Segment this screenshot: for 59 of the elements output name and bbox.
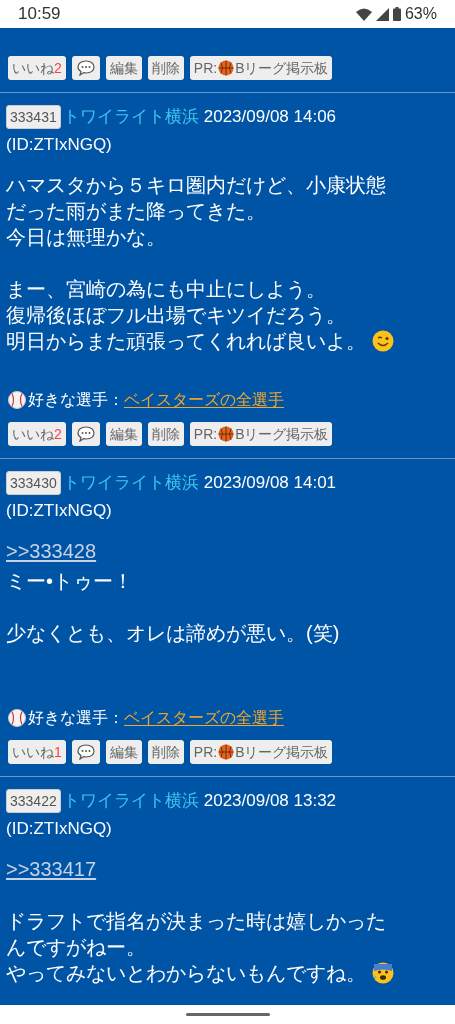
post-number: 333430 — [6, 471, 61, 495]
edit-button[interactable]: 編集 — [105, 422, 142, 446]
delete-button[interactable]: 削除 — [147, 56, 184, 80]
post-date: 2023/09/08 14:01 — [203, 472, 337, 494]
edit-button[interactable]: 編集 — [105, 740, 142, 764]
favorite-link[interactable]: ベイスターズの全選手 — [124, 388, 354, 412]
comment-button[interactable] — [71, 422, 100, 446]
signal-icon — [375, 7, 389, 21]
post-text: ミー•トゥー！ — [6, 569, 133, 594]
clock-time: 10:59 — [18, 3, 61, 26]
basketball-icon — [218, 744, 235, 760]
post-date: 2023/09/08 13:32 — [203, 790, 337, 812]
comment-button[interactable] — [71, 740, 100, 764]
post-text: まー、宮崎の為にも中止にしよう。 — [6, 277, 326, 302]
edit-button[interactable]: 編集 — [105, 56, 142, 80]
anxious-face-icon — [372, 962, 394, 984]
favorite-label: 好きな選手： — [28, 390, 124, 410]
delete-button[interactable]: 削除 — [147, 740, 184, 764]
baseball-icon — [8, 709, 26, 727]
comment-button[interactable] — [71, 56, 100, 80]
post-text: 復帰後ほぼフル出場でキツイだろう。 — [6, 303, 346, 328]
speech-bubble-icon — [76, 744, 95, 760]
winking-face-icon — [372, 330, 394, 352]
post-text: だった雨がまた降ってきた。 — [6, 199, 266, 224]
bleague-board-button[interactable]: PR: Bリーグ掲示板 — [189, 740, 333, 764]
post-text: 今日は無理かな。 — [6, 225, 166, 250]
user-id: (ID:ZTIxNGQ) — [6, 134, 113, 156]
battery-icon — [392, 7, 401, 21]
post-text: んですがねー。 — [6, 935, 146, 960]
post-text: やってみないとわからないもんですね。 — [6, 961, 366, 986]
baseball-icon — [8, 391, 26, 409]
reply-link[interactable]: >>333428 — [6, 538, 97, 564]
post-text: 明日からまた頑張ってくれれば良いよ。 — [6, 329, 366, 354]
post-text: ハマスタから５キロ圏内だけど、小康状態 — [6, 173, 386, 198]
post-number: 333431 — [6, 105, 61, 129]
author-name[interactable]: トワイライト横浜 — [62, 788, 199, 814]
reply-link[interactable]: >>333417 — [6, 856, 97, 882]
battery-percent: 63% — [404, 4, 437, 24]
favorite-label: 好きな選手： — [28, 708, 124, 728]
post-text: 少なくとも、オレは諦めが悪い。(笑) — [6, 621, 340, 646]
speech-bubble-icon — [76, 426, 95, 442]
author-name[interactable]: トワイライト横浜 — [62, 104, 199, 130]
like-button[interactable]: いいね2 — [8, 422, 66, 446]
favorite-link[interactable]: ベイスターズの全選手 — [124, 706, 354, 730]
bleague-board-button[interactable]: PR: Bリーグ掲示板 — [189, 56, 333, 80]
basketball-icon — [218, 426, 235, 442]
like-button[interactable]: いいね1 — [8, 740, 66, 764]
post-number: 333422 — [6, 789, 61, 813]
like-button[interactable]: いいね2 — [8, 56, 66, 80]
bleague-board-button[interactable]: PR: Bリーグ掲示板 — [189, 422, 333, 446]
delete-button[interactable]: 削除 — [147, 422, 184, 446]
user-id: (ID:ZTIxNGQ) — [6, 500, 113, 522]
speech-bubble-icon — [76, 60, 95, 76]
post-text: ドラフトで指名が決まった時は嬉しかった — [6, 909, 386, 934]
post-date: 2023/09/08 14:06 — [203, 106, 337, 128]
author-name[interactable]: トワイライト横浜 — [62, 470, 199, 496]
wifi-icon — [355, 7, 372, 21]
user-id: (ID:ZTIxNGQ) — [6, 818, 113, 840]
basketball-icon — [218, 60, 235, 76]
